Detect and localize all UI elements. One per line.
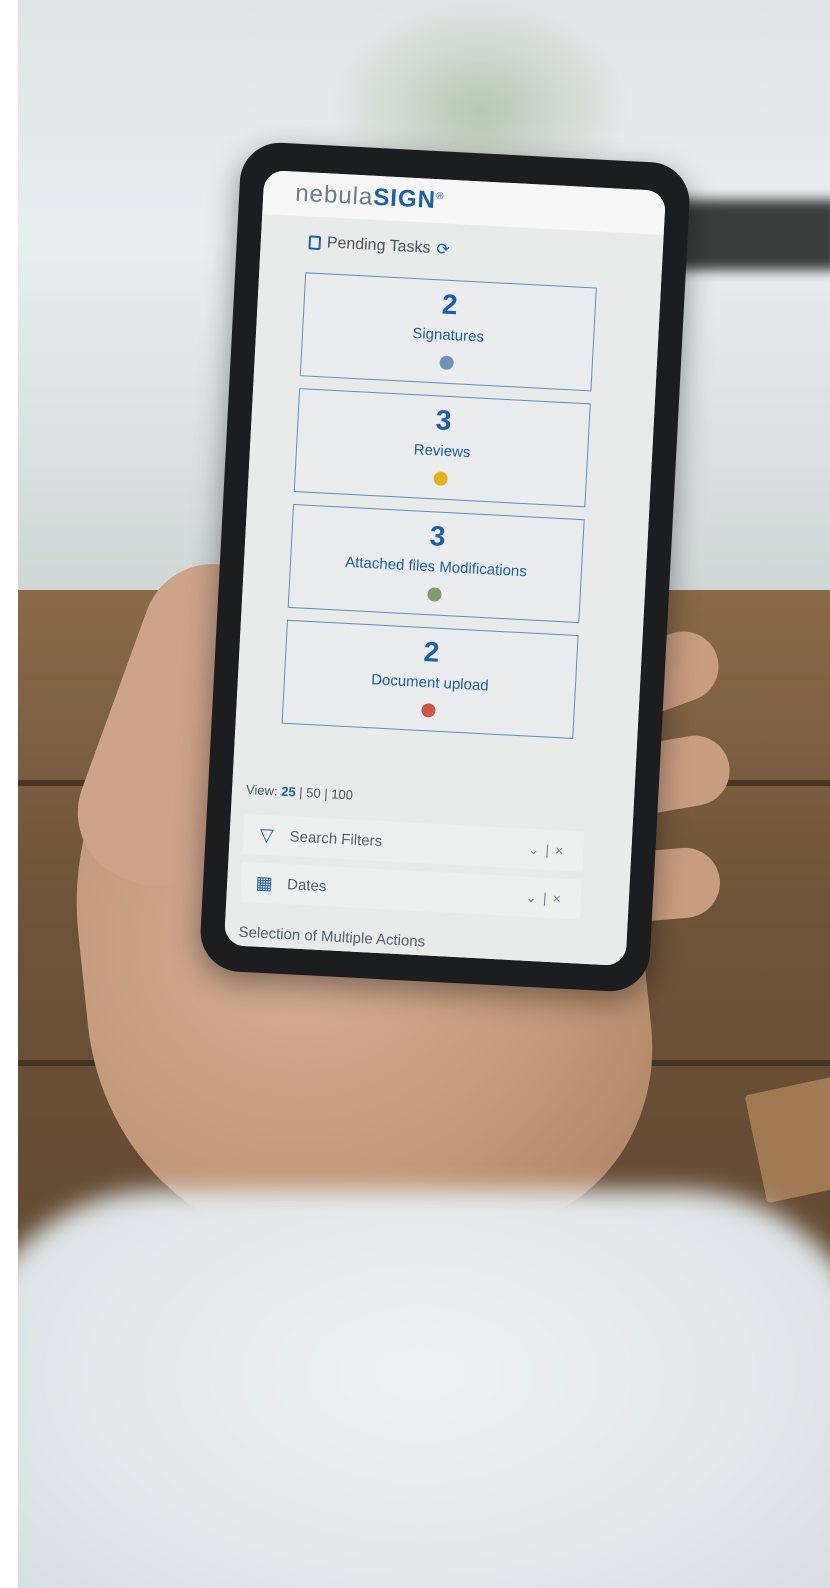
logo-main: nebula [294, 179, 375, 211]
logo-accent: SIGN [372, 183, 437, 215]
pending-tasks-header: Pending Tasks ⟳ [308, 232, 450, 259]
task-count: 2 [441, 288, 459, 321]
view-label: View: [245, 781, 278, 799]
phone-screen: nebulaSIGN® Pending Tasks ⟳ 2 Signatures… [223, 170, 666, 966]
calendar-icon: ▦ [255, 872, 274, 893]
status-dot [421, 702, 436, 718]
smartphone: nebulaSIGN® Pending Tasks ⟳ 2 Signatures… [198, 140, 692, 994]
expand-clear-controls[interactable]: ⌄|× [527, 840, 569, 859]
view-option-50[interactable]: 50 [306, 785, 321, 801]
logo-mark: ® [435, 191, 445, 203]
multiple-actions-label: Selection of Multiple Actions [238, 923, 426, 951]
view-option-100[interactable]: 100 [331, 786, 353, 802]
app-content: Pending Tasks ⟳ 2 Signatures 3 Reviews 3… [223, 213, 664, 966]
task-count: 3 [429, 520, 447, 552]
dates-label: Dates [286, 875, 327, 895]
status-dot [439, 355, 455, 371]
task-count: 3 [435, 404, 453, 437]
pending-tasks-title: Pending Tasks [326, 234, 431, 257]
status-dot [427, 587, 442, 602]
view-option-25[interactable]: 25 [281, 784, 296, 800]
multiple-actions-row[interactable]: Selection of Multiple Actions [238, 924, 425, 951]
task-card-signatures[interactable]: 2 Signatures [299, 272, 597, 392]
task-card-document-upload[interactable]: 2 Document upload [281, 619, 579, 739]
task-card-reviews[interactable]: 3 Reviews [293, 388, 591, 508]
dates-row[interactable]: ▦ Dates ⌄|× [240, 861, 582, 920]
search-filters-row[interactable]: ▽ Search Filters ⌄|× [242, 813, 585, 872]
photo-scene: nebulaSIGN® Pending Tasks ⟳ 2 Signatures… [0, 0, 830, 1588]
foreground-blur [0, 1190, 830, 1588]
filter-icon: ▽ [259, 824, 275, 845]
left-margin [0, 0, 18, 1588]
status-dot [433, 471, 448, 487]
expand-clear-controls[interactable]: ⌄|× [525, 888, 567, 907]
search-filters-label: Search Filters [289, 827, 383, 850]
task-card-attached-files[interactable]: 3 Attached files Modifications [287, 503, 585, 624]
task-count: 2 [422, 636, 441, 668]
view-selector: View: 25 | 50 | 100 [245, 781, 354, 803]
clipboard-icon [308, 235, 322, 251]
nebulasign-logo: nebulaSIGN® [295, 180, 445, 216]
refresh-icon[interactable]: ⟳ [436, 239, 450, 260]
